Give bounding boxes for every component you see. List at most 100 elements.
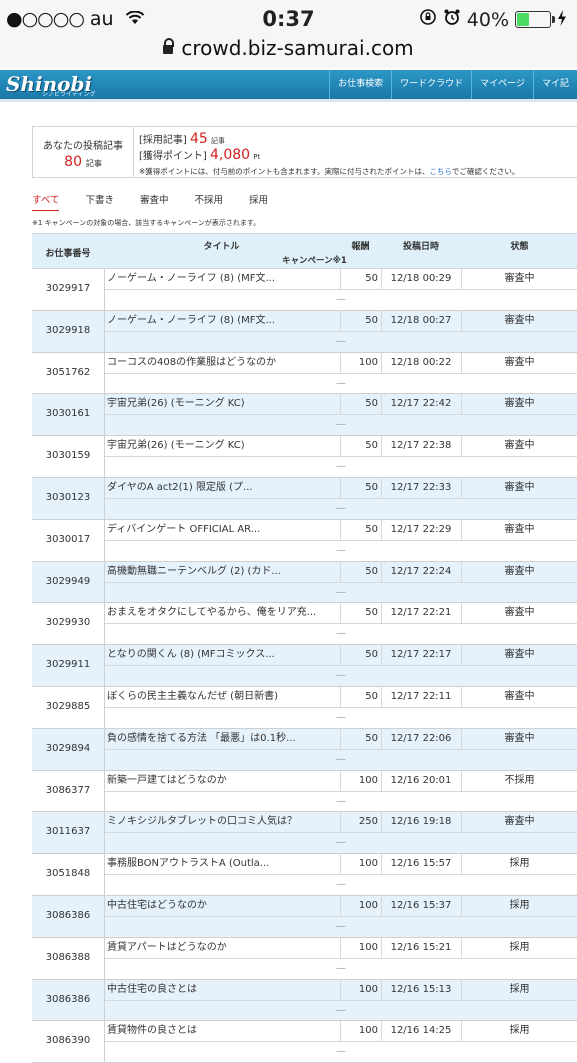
article-id: 3029885 (32, 686, 105, 728)
summary-count-line: 80 記事 (33, 154, 133, 170)
table-row: 3011637 ミノキシジルタブレットの口コミ人気は？ 250 12/16 19:18… (32, 812, 577, 855)
article-status: 採用 (462, 896, 577, 917)
lock-icon (163, 38, 175, 54)
tab-all[interactable]: すべて (32, 192, 60, 211)
address-bar[interactable]: crowd.biz-samurai.com (0, 36, 577, 68)
article-reward: 50 (340, 561, 382, 583)
header-divider (0, 99, 577, 102)
article-title-link[interactable]: 新築一戸建てはどうなのか (105, 770, 341, 792)
article-reward: 50 (340, 310, 382, 332)
tab-rejected[interactable]: 不採用 (195, 192, 224, 211)
article-date: 12/17 22:11 (381, 686, 462, 708)
article-title-link[interactable]: ディバインゲート OFFICIAL AR... (105, 519, 341, 541)
site-header: Shinobi シノビライティング お仕事検索 ワードクラウド マイページ マイ… (0, 70, 577, 99)
tab-adopted[interactable]: 採用 (249, 192, 268, 211)
article-id: 3086386 (32, 895, 105, 937)
nav-my-articles[interactable]: マイ記 (532, 70, 577, 99)
article-status: 審査中 (462, 603, 577, 625)
table-row: 3030161 宇宙兄弟(26) (モーニング KC) 50 12/17 22:42 審… (32, 394, 577, 437)
article-id: 3029917 (32, 269, 105, 310)
table-row: 3086377 新築一戸建てはどうなのか 100 12/16 20:01 不採用 — (32, 770, 577, 813)
article-status: 採用 (462, 980, 577, 1001)
summary-details: [採用記事] 45 記事 [獲得ポイント] 4,080 Pt ※獲得ポイントには… (139, 131, 519, 177)
battery-icon (515, 11, 555, 28)
col-header-reward: 報酬 (351, 242, 370, 252)
article-title-link[interactable]: ミノキシジルタブレットの口コミ人気は？ (105, 812, 341, 834)
article-date: 12/18 00:29 (381, 269, 462, 290)
adopted-line: [採用記事] 45 記事 (139, 131, 519, 147)
table-row: 3029918 ノーゲーム・ノーライフ (8) (MF文... 50 12/18 00… (32, 310, 577, 353)
article-reward: 50 (340, 269, 382, 290)
tab-reviewing[interactable]: 審査中 (140, 192, 169, 211)
table-header: お仕事番号 タイトル 報酬 投稿日時 状態 キャンペーン※1 (32, 233, 577, 269)
article-campaign: — (336, 962, 346, 974)
article-campaign: — (336, 753, 346, 765)
article-title-link[interactable]: 中古住宅の良さとは (105, 979, 341, 1001)
article-title-link[interactable]: ノーゲーム・ノーライフ (8) (MF文... (105, 310, 341, 332)
article-status: 審査中 (462, 311, 577, 332)
article-title-link[interactable]: となりの関くん (8) (MFコミックス... (105, 645, 341, 667)
article-id: 3029894 (32, 728, 105, 770)
points-note-link[interactable]: こちら (430, 167, 452, 176)
article-status: 審査中 (462, 436, 577, 458)
battery-level (517, 13, 529, 26)
article-date: 12/16 14:25 (381, 1021, 462, 1043)
status-tabs: すべて 下書き 審査中 不採用 採用 (32, 192, 294, 211)
article-status: 不採用 (462, 771, 577, 792)
main-nav: お仕事検索 ワードクラウド マイページ マイ記 (329, 70, 577, 99)
article-title-link[interactable]: コーコスの408の作業服はどうなのか (105, 352, 341, 374)
article-reward: 100 (340, 895, 382, 917)
article-status: 審査中 (462, 478, 577, 499)
article-reward: 50 (340, 436, 382, 458)
article-title-link[interactable]: 高機動無職ニーテンベルグ (2) (カド... (105, 561, 341, 583)
article-title-link[interactable]: ぼくらの民主主義なんだぜ (朝日新書) (105, 686, 341, 708)
nav-word-cloud[interactable]: ワードクラウド (391, 70, 471, 99)
points-line: [獲得ポイント] 4,080 Pt (139, 147, 519, 163)
summary-total: あなたの投稿記事 80 記事 (33, 127, 134, 177)
article-date: 12/16 15:21 (381, 937, 462, 959)
article-campaign: — (336, 377, 346, 389)
article-id: 3029918 (32, 310, 105, 352)
article-title-link[interactable]: ノーゲーム・ノーライフ (8) (MF文... (105, 269, 341, 290)
table-row: 3051848 事務服BONアウトラストA (Outla... 100 12/16 1… (32, 854, 577, 896)
article-reward: 50 (340, 686, 382, 708)
nav-my-page[interactable]: マイページ (471, 70, 533, 99)
article-date: 12/18 00:27 (381, 310, 462, 332)
article-reward: 100 (340, 770, 382, 792)
table-row: 3086388 賃貸アパートはどうなのか 100 12/16 15:21 採用 — (32, 937, 577, 980)
tab-draft[interactable]: 下書き (85, 192, 114, 211)
table-row: 3029885 ぼくらの民主主義なんだぜ (朝日新書) 50 12/17 22:11 審… (32, 686, 577, 729)
article-id: 3029949 (32, 561, 105, 603)
alarm-icon (443, 8, 461, 31)
article-id: 3030017 (32, 519, 105, 561)
article-reward: 50 (340, 519, 382, 541)
article-campaign: — (336, 461, 346, 473)
article-title-link[interactable]: 賃貸物件の良さとは (105, 1021, 341, 1043)
article-campaign: — (336, 335, 346, 347)
article-title-link[interactable]: ダイヤのA act2(1) 限定版 (プ... (105, 477, 341, 499)
article-title-link[interactable]: 賃貸アパートはどうなのか (105, 937, 341, 959)
article-id: 3011637 (32, 812, 105, 854)
article-date: 12/18 00:22 (381, 352, 462, 374)
article-reward: 100 (340, 937, 382, 959)
article-campaign: — (336, 879, 346, 891)
article-title-link[interactable]: 宇宙兄弟(26) (モーニング KC) (105, 436, 341, 458)
table-row: 3030159 宇宙兄弟(26) (モーニング KC) 50 12/17 22:38 審… (32, 436, 577, 478)
url-text: crowd.biz-samurai.com (181, 36, 414, 60)
article-title-link[interactable]: おまえをオタクにしてやるから、俺をリア充... (105, 603, 341, 625)
article-campaign: — (336, 711, 346, 723)
article-status: 審査中 (462, 353, 577, 374)
table-row: 3029911 となりの関くん (8) (MFコミックス... 50 12/17 22… (32, 645, 577, 687)
article-title-link[interactable]: 宇宙兄弟(26) (モーニング KC) (105, 394, 341, 416)
article-title-link[interactable]: 負の感情を捨てる方法 「最悪」は0.1秒... (105, 728, 341, 750)
article-id: 3086386 (32, 979, 105, 1021)
site-logo-sub: シノビライティング (42, 91, 96, 98)
article-title-link[interactable]: 中古住宅はどうなのか (105, 895, 341, 917)
post-summary: あなたの投稿記事 80 記事 [採用記事] 45 記事 [獲得ポイント] 4,0… (32, 126, 577, 178)
article-title-link[interactable]: 事務服BONアウトラストA (Outla... (105, 854, 341, 876)
article-id: 3029930 (32, 603, 105, 645)
article-status: 採用 (462, 938, 577, 959)
status-right: 40% (419, 8, 567, 31)
article-id: 3030123 (32, 477, 105, 519)
nav-job-search[interactable]: お仕事検索 (329, 70, 391, 99)
